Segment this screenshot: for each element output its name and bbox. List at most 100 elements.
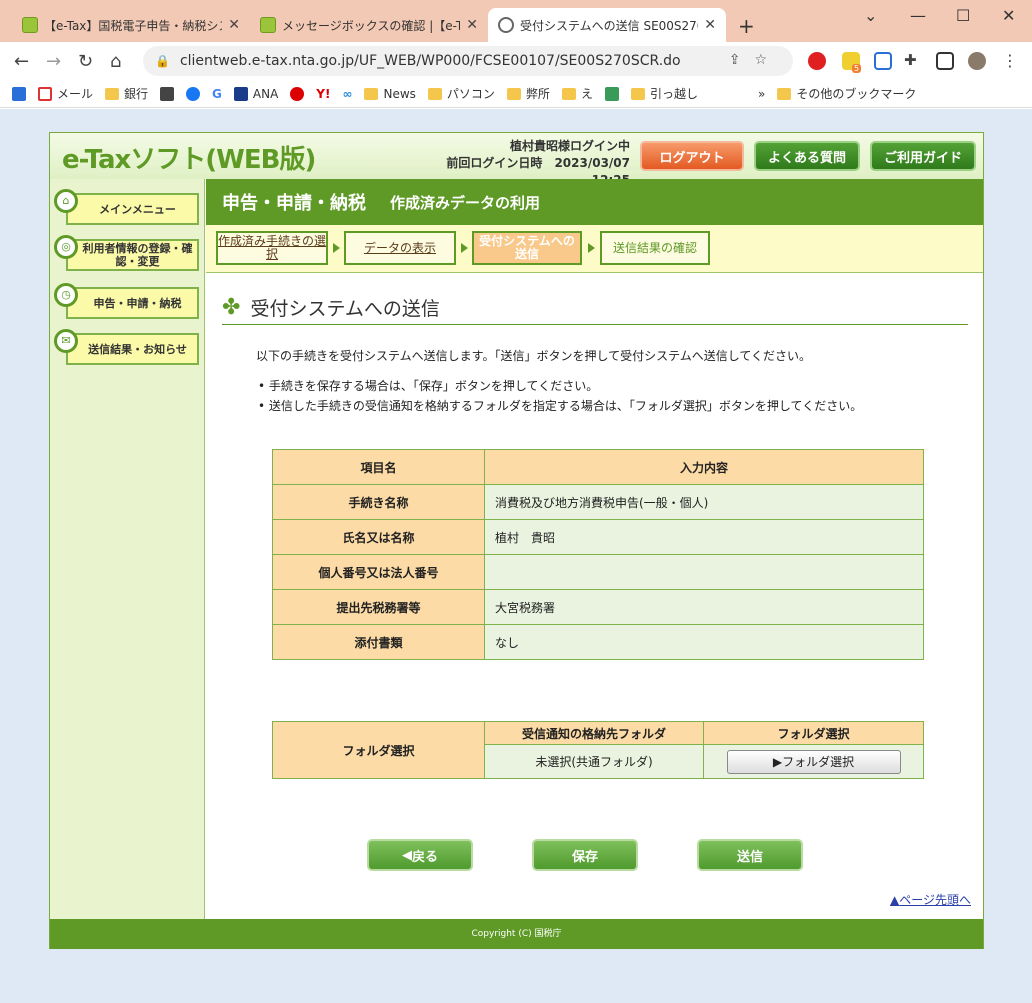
procedure-table: 項目名 入力内容 手続き名称 消費税及び地方消費税申告(一般・個人) 氏名又は名… (272, 449, 924, 660)
table-row: 手続き名称 消費税及び地方消費税申告(一般・個人) (272, 484, 924, 520)
google-icon: G (212, 86, 222, 101)
folder-label: フォルダ選択 (272, 721, 485, 779)
step-navigation: 作成済み手続きの選択 データの表示 受付システムへの送信 送信結果の確認 (206, 225, 983, 273)
gmail-icon (38, 86, 52, 101)
step-show-data[interactable]: データの表示 (344, 231, 456, 265)
column-header: 項目名 (272, 449, 485, 485)
arrow-icon (588, 243, 595, 253)
bookmark-google[interactable]: G (212, 87, 222, 101)
extension-badge: 5 (852, 64, 862, 73)
maximize-icon[interactable]: ☐ (956, 6, 970, 25)
close-icon[interactable]: ✕ (704, 17, 716, 33)
browser-tab-active[interactable]: 受付システムへの送信 SE00S270 国 ✕ (488, 8, 726, 42)
extension-icon[interactable] (808, 52, 826, 70)
site-header: e-Taxソフト(WEB版) 植村貴昭様ログイン中 前回ログイン日時 2023/… (50, 133, 983, 187)
close-icon[interactable]: ✕ (228, 17, 240, 33)
translate-icon[interactable] (874, 52, 892, 70)
etax-favicon-icon (260, 17, 276, 33)
close-icon[interactable]: ✕ (466, 17, 478, 33)
row-label: 手続き名称 (272, 484, 485, 520)
bookmark-yahoo[interactable]: Y! (316, 87, 330, 101)
share-star-icons[interactable]: ⇪☆ (729, 52, 781, 68)
site-icon (160, 86, 175, 101)
sidebar-item-main-menu[interactable]: メインメニュー ⌂ (54, 189, 199, 225)
bookmark-facebook[interactable] (186, 86, 201, 101)
folder-header-row: フォルダ選択 受信通知の格納先フォルダ フォルダ選択 (272, 721, 924, 779)
url-text[interactable]: clientweb.e-tax.nta.go.jp/UF_WEB/WP000/F… (180, 53, 681, 69)
bookmark-bank[interactable]: 銀行 (105, 85, 148, 102)
target-icon: ◎ (54, 235, 78, 259)
send-button[interactable]: 送信 (697, 839, 803, 871)
sidebar-item-user-info[interactable]: 利用者情報の登録・確認・変更 ◎ (54, 235, 199, 271)
chevron-down-icon[interactable]: ⌄ (864, 6, 877, 25)
bookmark-mail[interactable]: メール (38, 85, 93, 102)
puzzle-icon[interactable]: ✚ (904, 51, 917, 69)
back-arrow-icon[interactable]: ← (14, 51, 29, 72)
folder-table: フォルダ選択 受信通知の格納先フォルダ フォルダ選択 未選択(共通フォルダ) ▶… (272, 721, 924, 779)
row-label: 個人番号又は法人番号 (272, 554, 485, 590)
menu-dots-icon[interactable]: ⋮ (1002, 51, 1018, 70)
sidebar-item-results[interactable]: 送信結果・お知らせ ✉ (54, 329, 199, 365)
lock-icon: 🔒 (155, 54, 170, 68)
logout-button[interactable]: ログアウト (640, 141, 744, 171)
bookmark-image[interactable] (604, 86, 619, 101)
globe-icon (498, 17, 514, 33)
home-icon[interactable]: ⌂ (110, 51, 121, 72)
instruction-list: • 手続きを保存する場合は、「保存」ボタンを押してください。 • 送信した手続き… (258, 376, 862, 416)
row-label: 添付書類 (272, 624, 485, 660)
list-item: • 手続きを保存する場合は、「保存」ボタンを押してください。 (258, 379, 599, 393)
folder-icon (105, 87, 120, 100)
browser-toolbar: ← → ↻ ⌂ 🔒 clientweb.e-tax.nta.go.jp/UF_W… (0, 42, 1032, 80)
step-select-procedure[interactable]: 作成済み手続きの選択 (216, 231, 328, 265)
folder-icon (561, 87, 576, 100)
folder-select-button[interactable]: ▶フォルダ選択 (726, 749, 901, 774)
step-send-current: 受付システムへの送信 (472, 231, 582, 265)
column-header: フォルダ選択 (703, 721, 924, 745)
new-tab-button[interactable]: + (738, 14, 755, 38)
avatar[interactable] (968, 52, 986, 70)
table-row: 氏名又は名称 植村 貴昭 (272, 519, 924, 555)
window-close-icon[interactable]: ✕ (1002, 6, 1015, 25)
forward-arrow-icon[interactable]: → (46, 51, 61, 72)
up-arrow-icon: ▲ (890, 893, 900, 907)
minimize-icon[interactable]: — (910, 6, 926, 25)
bookmark-office[interactable]: 弊所 (506, 85, 550, 102)
facebook-icon (186, 86, 201, 101)
browser-tab[interactable]: 【e-Tax】国税電子申告・納税システ ✕ (12, 8, 250, 42)
bookmark-jal[interactable] (290, 86, 305, 101)
page-top-link[interactable]: ▲ページ先頭へ (890, 891, 971, 908)
bookmark-calendar[interactable] (12, 86, 26, 101)
bookmarks-overflow-icon[interactable]: » (758, 87, 765, 101)
site-footer: Copyright (C) 国税庁 (50, 919, 983, 949)
bookmark-e[interactable]: え (561, 85, 593, 102)
jal-icon (290, 86, 305, 101)
row-label: 提出先税務署等 (272, 589, 485, 625)
back-button[interactable]: ◀ 戻る (367, 839, 473, 871)
sidebar-item-declaration[interactable]: 申告・申請・納税 ◷ (54, 283, 199, 319)
bookmark-icon-only[interactable] (160, 86, 175, 101)
bookmark-ana[interactable]: ANA (233, 86, 278, 101)
bookmark-news[interactable]: News (364, 87, 416, 101)
bookmark-other[interactable]: その他のブックマーク (777, 85, 916, 102)
address-bar[interactable]: 🔒 clientweb.e-tax.nta.go.jp/UF_WEB/WP000… (143, 46, 793, 76)
bookmark-pc[interactable]: パソコン (427, 85, 495, 102)
browser-tab[interactable]: メッセージボックスの確認 |【e-Tax】国 ✕ (250, 8, 488, 42)
folder-icon (630, 87, 645, 100)
sidepanel-icon[interactable] (936, 52, 954, 70)
main-content: 申告・申請・納税 作成済みデータの利用 作成済み手続きの選択 データの表示 受付… (206, 179, 983, 907)
guide-button[interactable]: ご利用ガイド (870, 141, 976, 171)
table-row: 添付書類 なし (272, 624, 924, 660)
column-header: 入力内容 (484, 449, 924, 485)
folder-icon (777, 87, 792, 100)
section-header: ✤ 受付システムへの送信 (222, 291, 968, 325)
play-icon: ▶ (772, 754, 783, 769)
column-header: 受信通知の格納先フォルダ (484, 721, 704, 745)
row-value: 大宮税務署 (484, 589, 924, 625)
bookmark-moving[interactable]: 引っ越し (630, 85, 698, 102)
bookmark-link[interactable]: ∞ (342, 87, 352, 101)
reload-icon[interactable]: ↻ (78, 51, 93, 72)
save-button[interactable]: 保存 (532, 839, 638, 871)
arrow-icon (461, 243, 468, 253)
faq-button[interactable]: よくある質問 (754, 141, 860, 171)
step-confirm-result: 送信結果の確認 (600, 231, 710, 265)
